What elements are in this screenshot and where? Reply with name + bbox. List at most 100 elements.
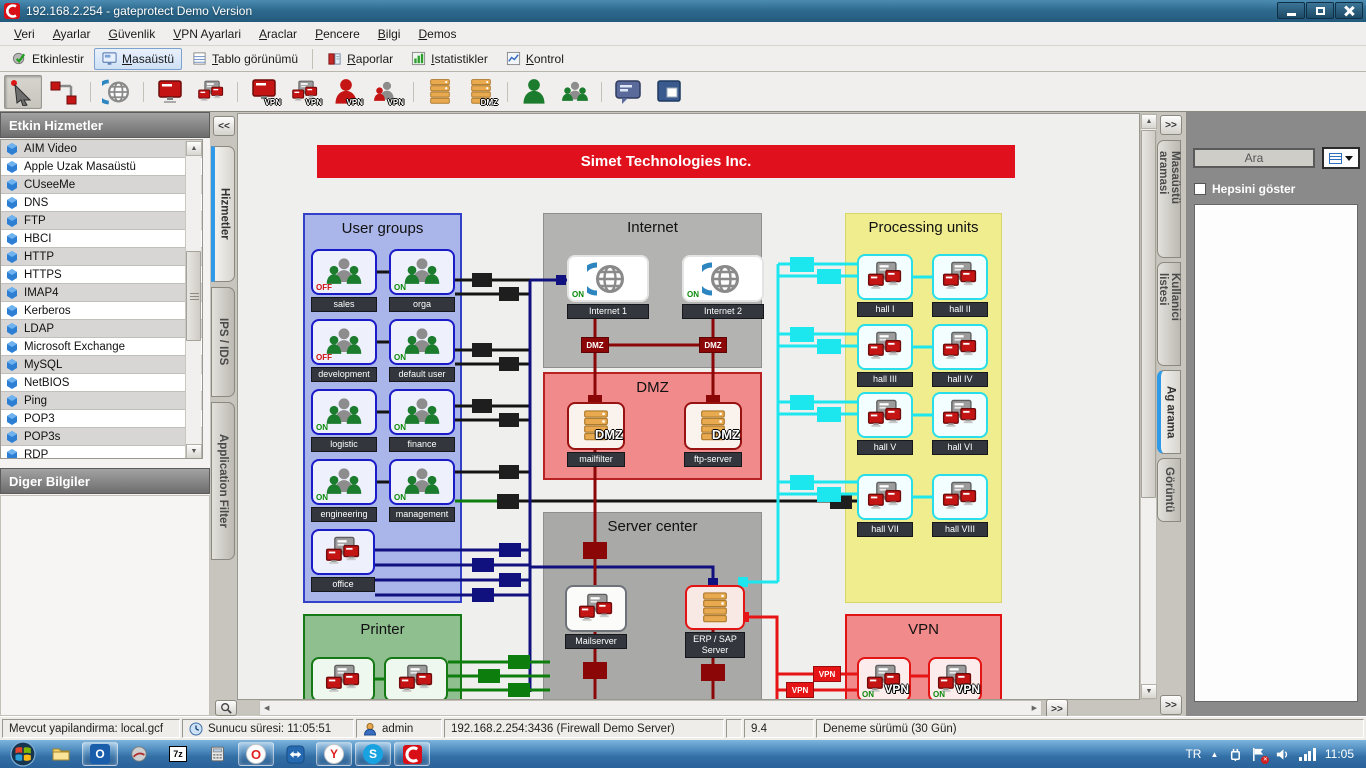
service-item[interactable]: RDP [1, 446, 202, 459]
taskbar-outlook-button[interactable]: O [82, 742, 118, 766]
menu-araclar[interactable]: Araclar [251, 24, 305, 44]
service-item[interactable]: CUseeMe [1, 176, 202, 194]
tab-view[interactable]: Görüntü [1157, 458, 1181, 522]
service-item[interactable]: IMAP4 [1, 284, 202, 302]
node-hall-4[interactable]: hall IV [932, 324, 988, 387]
vpn-computer-button[interactable]: VPN [245, 75, 283, 109]
hidden-icons-arrow[interactable]: ▲ [1210, 750, 1218, 759]
tab-desktop-search[interactable]: Masaüstü aramasi [1157, 140, 1181, 258]
node-printer-1[interactable] [311, 657, 375, 700]
start-button[interactable] [6, 741, 40, 767]
show-all-checkbox-row[interactable]: Hepsini göster [1194, 182, 1295, 196]
menu-bilgi[interactable]: Bilgi [370, 24, 409, 44]
node-finance[interactable]: ON finance [389, 389, 455, 452]
taskbar-teamviewer-button[interactable] [277, 742, 313, 766]
vpn-user-group-button[interactable]: VPN [368, 75, 406, 109]
scroll-down-arrow[interactable]: ▼ [1141, 684, 1157, 699]
checkbox[interactable] [1194, 183, 1206, 195]
service-item[interactable]: NetBIOS [1, 374, 202, 392]
node-engineering[interactable]: ON engineering [311, 459, 377, 522]
collapse-panel-button[interactable]: << [213, 116, 235, 136]
close-button[interactable] [1335, 2, 1363, 19]
service-item[interactable]: HBCI [1, 230, 202, 248]
service-item[interactable]: LDAP [1, 320, 202, 338]
service-item[interactable]: Apple Uzak Masaüstü [1, 158, 202, 176]
node-hall-5[interactable]: hall V [857, 392, 913, 455]
taskbar-skype-button[interactable]: S [355, 742, 391, 766]
table-view-button[interactable]: Tablo görünümü [184, 48, 306, 70]
services-scrollbar[interactable]: ▲ ▼ [185, 141, 201, 459]
activate-button[interactable]: Etkinlestir [4, 48, 92, 70]
menu-guvenlik[interactable]: Güvenlik [101, 24, 164, 44]
node-vpn-2[interactable]: ONVPN [928, 657, 982, 700]
service-item[interactable]: HTTPS [1, 266, 202, 284]
service-item[interactable]: FTP [1, 212, 202, 230]
user-button[interactable] [515, 75, 553, 109]
service-item[interactable]: Microsoft Exchange [1, 338, 202, 356]
scroll-left-arrow[interactable]: ◀ [260, 704, 273, 712]
menu-demos[interactable]: Demos [410, 24, 464, 44]
taskbar-yandex-button[interactable]: Y [316, 742, 352, 766]
node-hall-7[interactable]: hall VII [857, 474, 913, 537]
node-internet-1[interactable]: ON Internet 1 [567, 255, 649, 319]
node-hall-3[interactable]: hall III [857, 324, 913, 387]
tab-network-search[interactable]: Ag arama [1157, 370, 1181, 454]
network-signal-icon[interactable] [1299, 748, 1316, 761]
vpn-connector-badge[interactable]: VPN [786, 682, 814, 698]
statistics-button[interactable]: Istatistikler [403, 48, 496, 70]
service-item[interactable]: MySQL [1, 356, 202, 374]
node-vpn-1[interactable]: ONVPN [857, 657, 911, 700]
control-button[interactable]: Kontrol [498, 48, 572, 70]
node-development[interactable]: OFF development [311, 319, 377, 382]
scrollbar-thumb[interactable] [1141, 130, 1156, 498]
node-office[interactable]: office [311, 529, 375, 592]
network-canvas[interactable]: Simet Technologies Inc. User groups Inte… [237, 113, 1140, 700]
maximize-button[interactable] [1306, 2, 1334, 19]
desktop-view-button[interactable]: Masaüstü [94, 48, 182, 70]
tab-application-filter[interactable]: Application Filter [211, 402, 235, 560]
service-item[interactable]: POP3 [1, 410, 202, 428]
tab-user-list[interactable]: Kullanici listesi [1157, 262, 1181, 366]
canvas-vertical-scrollbar[interactable]: ▲ ▼ [1140, 113, 1157, 700]
service-item[interactable]: Kerberos [1, 302, 202, 320]
internet-globe-button[interactable] [98, 75, 136, 109]
node-erp-sap-server[interactable]: ERP / SAP Server [685, 585, 745, 658]
minimize-button[interactable] [1277, 2, 1305, 19]
node-hall-8[interactable]: hall VIII [932, 474, 988, 537]
window-view-button[interactable] [650, 75, 688, 109]
expand-right-panel-button[interactable]: >> [1160, 115, 1182, 135]
scroll-up-arrow[interactable]: ▲ [186, 141, 202, 156]
user-group-button[interactable] [556, 75, 594, 109]
power-plug-icon[interactable] [1227, 747, 1242, 762]
service-item[interactable]: AIM Video [1, 140, 202, 158]
service-item[interactable]: POP3s [1, 428, 202, 446]
search-results-list[interactable] [1194, 204, 1358, 702]
reports-button[interactable]: Raporlar [319, 48, 401, 70]
node-management[interactable]: ON management [389, 459, 455, 522]
taskbar-opera-button[interactable]: O [238, 742, 274, 766]
scroll-right-arrow[interactable]: ▶ [1028, 704, 1041, 712]
node-sales[interactable]: OFF sales [311, 249, 377, 312]
vpn-connector-badge[interactable]: VPN [813, 666, 841, 682]
node-hall-1[interactable]: hall I [857, 254, 913, 317]
view-mode-dropdown[interactable] [1322, 147, 1360, 169]
computer-group-button[interactable] [192, 75, 230, 109]
scrollbar-thumb[interactable] [186, 251, 201, 341]
search-input[interactable] [1193, 148, 1315, 168]
action-center-flag-icon[interactable]: ✕ [1251, 747, 1266, 762]
taskbar-calculator-button[interactable] [199, 742, 235, 766]
vpn-computer-group-button[interactable]: VPN [286, 75, 324, 109]
tab-ips-ids[interactable]: IPS / IDS [211, 287, 235, 397]
node-printer-2[interactable] [384, 657, 448, 700]
node-default-user[interactable]: ON default user [389, 319, 455, 382]
node-ftp-server[interactable]: DMZ ftp-server [684, 402, 742, 467]
connection-tool-button[interactable] [45, 75, 83, 109]
canvas-zoom-button[interactable] [215, 700, 237, 716]
select-cursor-button[interactable] [4, 75, 42, 109]
scroll-up-arrow[interactable]: ▲ [1141, 114, 1157, 129]
node-mailfilter[interactable]: DMZ mailfilter [567, 402, 625, 467]
node-internet-2[interactable]: ON Internet 2 [682, 255, 764, 319]
language-indicator[interactable]: TR [1185, 747, 1201, 761]
menu-pencere[interactable]: Pencere [307, 24, 368, 44]
volume-icon[interactable] [1275, 747, 1290, 762]
